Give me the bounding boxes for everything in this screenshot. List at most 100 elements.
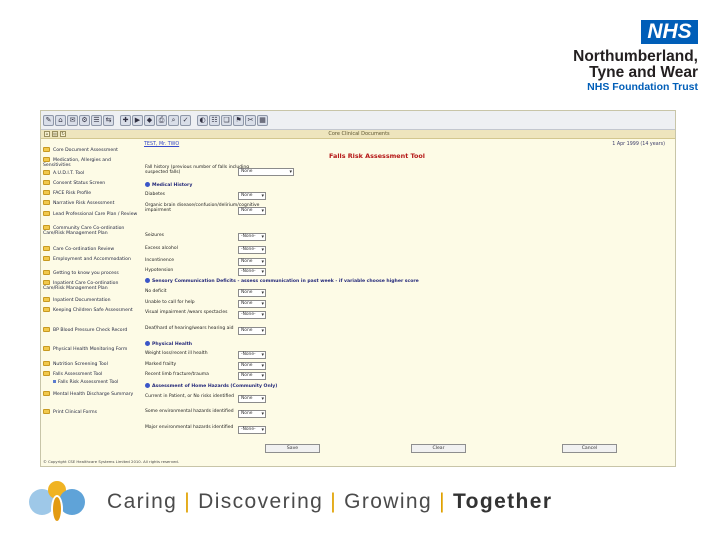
info-icon [145, 182, 150, 187]
folder-icon [43, 409, 50, 414]
score-select[interactable]: -None- [238, 268, 266, 276]
score-select[interactable]: None [238, 410, 266, 418]
nav-item[interactable]: Mental Health Discharge Summary [43, 391, 140, 397]
tool-icon-2[interactable]: ⌂ [55, 114, 66, 126]
form-section-header: Medical History [145, 182, 192, 189]
tool-icon-6[interactable]: ⇆ [103, 114, 114, 126]
nav-item[interactable]: Physical Health Monitoring Form [43, 346, 140, 352]
folder-icon [43, 190, 50, 195]
nav-item-label: Core Document Assessment [53, 148, 118, 153]
patient-link[interactable]: TEST, Mr. TWO [144, 141, 179, 149]
tool-icon-16[interactable]: ⚑ [233, 114, 244, 126]
nav-item[interactable]: Employment and Accommodation [43, 256, 140, 262]
score-select[interactable]: None [238, 362, 266, 370]
clear-button[interactable]: Clear [411, 444, 466, 453]
nav-item[interactable]: Inpatient Documentation [43, 297, 140, 303]
tool-icon-5[interactable]: ☰ [91, 114, 102, 126]
tool-icon-9[interactable]: ◆ [144, 114, 155, 126]
patient-banner: TEST, Mr. TWO 1 Apr 1999 (14 years) [143, 141, 675, 149]
nav-item[interactable]: Consent Status Screen [43, 180, 140, 186]
nav-item[interactable]: A.U.D.I.T. Tool [43, 170, 140, 176]
folder-icon [43, 327, 50, 332]
section-label: Physical Health [152, 342, 193, 347]
section-label: Sensory Communication Deficits - assess … [152, 279, 419, 284]
nav-item-label: Medication, Allergies and Sensitivities [43, 158, 111, 169]
folder-icon [43, 361, 50, 366]
org-name-line1: Northumberland, [573, 48, 698, 65]
score-select[interactable]: None [238, 395, 266, 403]
tool-icon-15[interactable]: ❏ [221, 114, 232, 126]
tagline-together: Together [452, 490, 553, 513]
document-titlebar: ⌂ ▤ ↻ Core Clinical Documents [41, 130, 675, 139]
nav-item[interactable]: Keeping Children Safe Assessment [43, 307, 140, 313]
copyright-text: © Copyright CSE Healthcare Systems Limit… [43, 459, 180, 464]
nav-item[interactable]: Care Co-ordination Review [43, 246, 140, 252]
nav-item[interactable]: Lead Professional Care Plan / Review [43, 211, 140, 217]
nav-item-label: Keeping Children Safe Assessment [53, 308, 133, 313]
score-select[interactable]: -None- [238, 233, 266, 241]
score-select[interactable]: None [238, 168, 294, 176]
save-button[interactable]: Save [265, 444, 320, 453]
score-select[interactable]: -None- [238, 246, 266, 254]
tool-icon-12[interactable]: ✓ [180, 114, 191, 126]
info-icon [145, 278, 150, 283]
nhs-logo: NHS [641, 20, 698, 44]
nav-item[interactable]: Falls Risk Assessment Tool [53, 380, 141, 385]
nav-item[interactable]: Nutrition Screening Tool [43, 361, 140, 367]
nav-item-label: Narrative Risk Assessment [53, 201, 115, 206]
nav-item[interactable]: Falls Assessment Tool [43, 371, 140, 377]
folder-icon [43, 147, 50, 152]
nav-item[interactable]: Inpatient Care Co-ordination Care/Risk M… [43, 280, 140, 292]
tagline-discovering: Discovering [198, 490, 324, 513]
nav-item-label: Falls Assessment Tool [53, 372, 103, 377]
nav-item[interactable]: Narrative Risk Assessment [43, 200, 140, 206]
tool-icon-7[interactable]: ✚ [120, 114, 131, 126]
score-select[interactable]: -None- [238, 426, 266, 434]
tagline-separator: | [330, 490, 338, 513]
nav-item-label: FACE Risk Profile [53, 191, 92, 196]
tagline: Caring | Discovering | Growing | Together [107, 489, 552, 515]
nav-item[interactable]: BP Blood Pressure Check Record [43, 327, 140, 333]
score-select[interactable]: None [238, 192, 266, 200]
nav-item-label: Getting to know you process [53, 271, 119, 276]
form-section-header: Physical Health [145, 341, 192, 348]
score-select[interactable]: None [238, 300, 266, 308]
tagline-growing: Growing [344, 490, 433, 513]
score-select[interactable]: -None- [238, 311, 266, 319]
form-title: Falls Risk Assessment Tool [329, 152, 425, 160]
form-section-header: Sensory Communication Deficits - assess … [145, 278, 419, 285]
tool-icon-3[interactable]: ✉ [67, 114, 78, 126]
folder-icon [43, 297, 50, 302]
nav-item[interactable]: Community Care Co-ordination Care/Risk M… [43, 225, 140, 237]
tool-icon-1[interactable]: ✎ [43, 114, 54, 126]
tool-icon-8[interactable]: ▶ [132, 114, 143, 126]
tool-icon-10[interactable]: ⎙ [156, 114, 167, 126]
score-select[interactable]: None [238, 258, 266, 266]
tool-icon-4[interactable]: ⚙ [79, 114, 90, 126]
tool-icon-17[interactable]: ✂ [245, 114, 256, 126]
score-select[interactable]: None [238, 372, 266, 380]
patient-dob: 1 Apr 1999 (14 years) [612, 142, 665, 147]
trust-name: NHS Foundation Trust [587, 81, 698, 93]
nav-item[interactable]: Getting to know you process [43, 270, 140, 276]
tool-icon-18[interactable]: ▦ [257, 114, 268, 126]
nav-item-label: Inpatient Documentation [53, 298, 111, 303]
nav-item[interactable]: Print Clinical Forms [43, 409, 140, 415]
tagline-separator: | [184, 490, 192, 513]
tool-icon-11[interactable]: ⌕ [168, 114, 179, 126]
info-icon [145, 383, 150, 388]
score-select[interactable]: None [238, 327, 266, 335]
nav-item[interactable]: FACE Risk Profile [43, 190, 140, 196]
nav-item-label: Nutrition Screening Tool [53, 362, 108, 367]
folder-icon [43, 391, 50, 396]
folder-icon [43, 280, 50, 285]
score-select[interactable]: None [238, 207, 266, 215]
tool-icon-13[interactable]: ◐ [197, 114, 208, 126]
score-select[interactable]: None [238, 289, 266, 297]
cancel-button[interactable]: Cancel [562, 444, 617, 453]
nav-item-label: Care Co-ordination Review [53, 247, 115, 252]
score-select[interactable]: -None- [238, 351, 266, 359]
nav-item[interactable]: Medication, Allergies and Sensitivities [43, 157, 140, 169]
tool-icon-14[interactable]: ☷ [209, 114, 220, 126]
nav-item[interactable]: Core Document Assessment [43, 147, 140, 153]
